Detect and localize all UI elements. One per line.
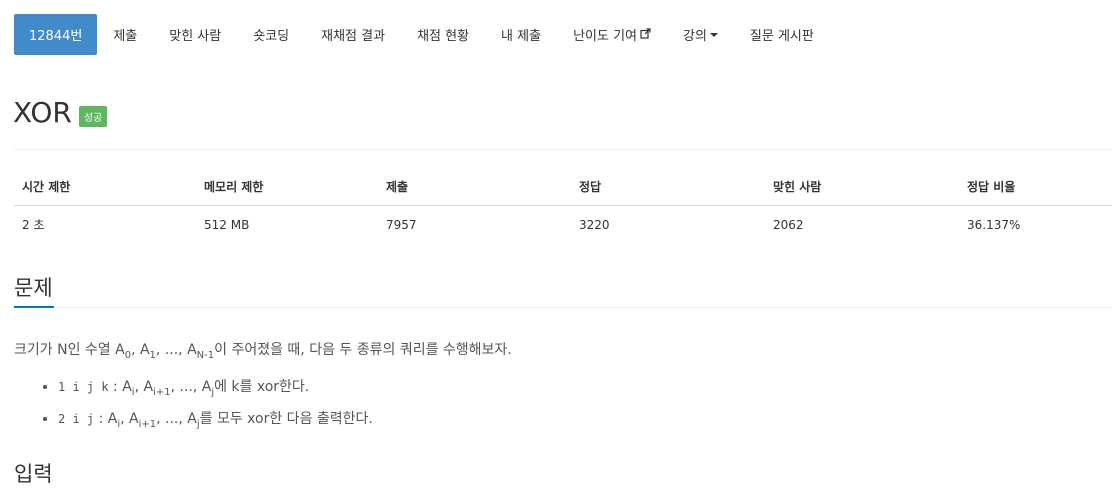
tab-solved-users[interactable]: 맞힌 사람: [153, 14, 237, 55]
query-text: , A: [134, 379, 154, 395]
query-code: 2 i j: [58, 411, 95, 426]
header-submissions: 제출: [378, 170, 571, 206]
header-accepted: 정답: [571, 170, 765, 206]
tab-short-coding[interactable]: 숏코딩: [237, 14, 305, 55]
desc-sub: N-1: [196, 349, 215, 361]
tab-difficulty-label: 난이도 기여: [573, 29, 637, 44]
problem-title: XOR: [13, 96, 72, 129]
desc-text: , ..., A: [155, 342, 197, 358]
tab-difficulty-contribution[interactable]: 난이도 기여: [557, 14, 667, 55]
divider: [14, 149, 1112, 150]
tab-judge-status[interactable]: 채점 현황: [401, 14, 485, 55]
section-accent-underline: [14, 306, 54, 308]
header-memory-limit: 메모리 제한: [196, 170, 378, 206]
problem-nav: 12844번 제출 맞힌 사람 숏코딩 재채점 결과 채점 현황 내 제출 난이…: [14, 14, 830, 55]
query-text: , ..., A: [156, 410, 197, 427]
desc-text: 이 주어졌을 때, 다음 두 종류의 쿼리를 수행해보자.: [214, 342, 512, 358]
section-problem-heading: 문제: [14, 276, 53, 300]
header-accept-ratio: 정답 비율: [959, 170, 1112, 206]
problem-info-table: 시간 제한 메모리 제한 제출 정답 맞힌 사람 정답 비율 2 초 512 M…: [14, 170, 1112, 243]
divider: [54, 307, 1112, 308]
query-list: 1 i j k : Ai, Ai+1, ..., Aj에 k를 xor한다. 2…: [14, 376, 373, 440]
query-code: 1 i j k: [58, 380, 109, 394]
query-text: 에 k를 xor한다.: [214, 379, 310, 395]
problem-description: 크기가 N인 수열 A0, A1, ..., AN-1이 주어졌을 때, 다음 …: [14, 339, 512, 361]
query-sub: i+1: [138, 418, 157, 430]
table-row: 2 초 512 MB 7957 3220 2062 36.137%: [14, 206, 1112, 244]
header-solved-users: 맞힌 사람: [765, 170, 959, 206]
memory-limit-value: 512 MB: [204, 217, 250, 232]
query-text: , A: [120, 410, 139, 427]
list-item: 2 i j : Ai, Ai+1, ..., Aj를 모두 xor한 다음 출력…: [58, 408, 373, 430]
table-header-row: 시간 제한 메모리 제한 제출 정답 맞힌 사람 정답 비율: [14, 170, 1112, 206]
title-row: XOR 성공: [13, 96, 108, 129]
desc-text: , A: [131, 342, 150, 358]
chevron-down-icon: [709, 32, 718, 37]
external-link-icon: [640, 27, 651, 42]
query-text: : A: [98, 410, 118, 427]
desc-text: 크기가 N인 수열 A: [14, 342, 125, 358]
accepted-value: 3220: [579, 217, 610, 232]
tab-my-submissions[interactable]: 내 제출: [485, 14, 557, 55]
query-text: 를 모두 xor한 다음 출력한다.: [199, 410, 373, 427]
tab-question-board[interactable]: 질문 게시판: [734, 14, 830, 55]
submissions-value[interactable]: 7957: [378, 206, 571, 244]
status-badge: 성공: [78, 106, 108, 127]
header-time-limit: 시간 제한: [14, 170, 196, 206]
tab-lectures-dropdown[interactable]: 강의: [667, 14, 734, 55]
tab-problem[interactable]: 12844번: [14, 14, 98, 55]
list-item: 1 i j k : Ai, Ai+1, ..., Aj에 k를 xor한다.: [58, 376, 373, 398]
query-text: : A: [113, 379, 132, 395]
section-input-heading: 입력: [14, 462, 53, 486]
solved-users-value: 2062: [773, 217, 804, 232]
problem-page: 12844번 제출 맞힌 사람 숏코딩 재채점 결과 채점 현황 내 제출 난이…: [0, 0, 1112, 486]
query-sub: i+1: [153, 386, 171, 398]
time-limit-value: 2 초: [22, 218, 45, 232]
query-text: , ..., A: [170, 379, 212, 395]
tab-rejudge-results[interactable]: 재채점 결과: [305, 14, 401, 55]
tab-submit[interactable]: 제출: [97, 14, 153, 55]
tab-lectures-label: 강의: [683, 29, 707, 44]
accept-ratio-value: 36.137%: [967, 217, 1021, 232]
